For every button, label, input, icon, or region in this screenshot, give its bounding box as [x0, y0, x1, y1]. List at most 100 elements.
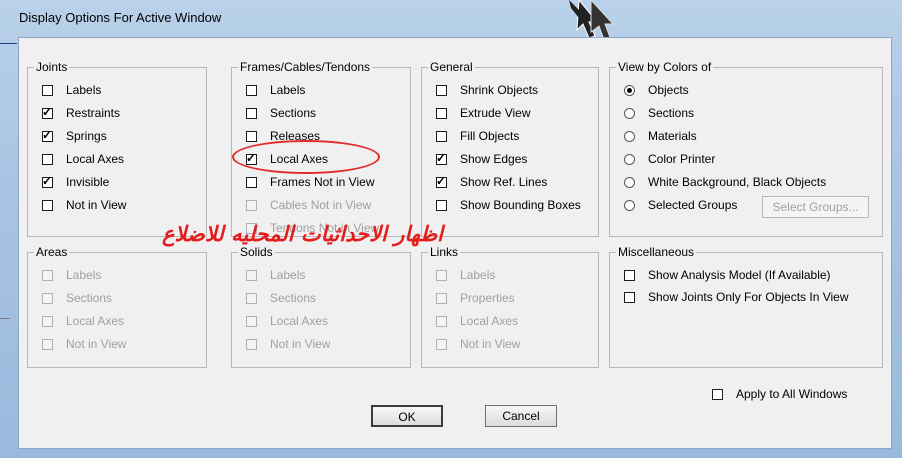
- radio-button[interactable]: [624, 84, 635, 96]
- checkbox-box[interactable]: [624, 291, 635, 303]
- general-show-bounding-boxes-label: Show Bounding Boxes: [460, 198, 581, 212]
- checkbox-box[interactable]: [42, 84, 53, 96]
- joints-labels-checkbox[interactable]: Labels: [42, 82, 101, 98]
- view-by-colors-sections-radio[interactable]: Sections: [624, 105, 694, 121]
- links-properties-label: Properties: [460, 291, 515, 305]
- general-fill-objects-checkbox[interactable]: Fill Objects: [436, 128, 519, 144]
- checkbox-box[interactable]: ✓: [436, 174, 447, 188]
- checkbox-box[interactable]: [42, 153, 53, 165]
- links-local-axes-label: Local Axes: [460, 314, 519, 328]
- checkbox-box: [246, 292, 257, 304]
- checkbox-box: [436, 269, 447, 281]
- title-bar[interactable]: Display Options For Active Window: [0, 0, 902, 36]
- checkbox-box[interactable]: ✓: [42, 173, 53, 188]
- checkbox-box: [246, 338, 257, 350]
- solids-not-in-view-label: Not in View: [270, 337, 331, 351]
- solids-sections-label: Sections: [270, 291, 317, 305]
- checkbox-box[interactable]: ✓: [42, 104, 53, 119]
- misc-show-joints-only-for-objects-in-view-label: Show Joints Only For Objects In View: [648, 290, 849, 304]
- checkbox-box[interactable]: ✓: [436, 150, 447, 165]
- checkbox-box[interactable]: ✓: [42, 128, 53, 142]
- radio-button[interactable]: [624, 153, 635, 165]
- frames-cables-not-in-view-label: Cables Not in View: [270, 198, 372, 212]
- checkmark-icon: ✓: [42, 173, 53, 188]
- checkbox-box[interactable]: [624, 269, 635, 281]
- misc-show-analysis-model-if-available-checkbox[interactable]: Show Analysis Model (If Available): [624, 267, 831, 283]
- dialog-client-area: Joints Labels ✓ Restraints ✓ Springs Local Ax…: [18, 37, 892, 449]
- areas-group-title: Areas: [34, 245, 70, 259]
- checkbox-box[interactable]: [436, 199, 447, 211]
- joints-local-axes-checkbox[interactable]: Local Axes: [42, 151, 124, 167]
- links-group-title: Links: [428, 245, 461, 259]
- view-by-colors-objects-radio[interactable]: Objects: [624, 82, 689, 98]
- general-show-ref-lines-checkbox[interactable]: ✓ Show Ref. Lines: [436, 174, 547, 190]
- select-groups-button[interactable]: Select Groups...: [762, 196, 869, 218]
- checkbox-box: [246, 269, 257, 281]
- joints-springs-checkbox[interactable]: ✓ Springs: [42, 128, 107, 144]
- solids-group-title: Solids: [238, 245, 275, 259]
- general-show-edges-checkbox[interactable]: ✓ Show Edges: [436, 151, 527, 167]
- view-by-colors-group: View by Colors of Objects Sections Materia…: [609, 60, 883, 237]
- areas-labels-label: Labels: [66, 268, 102, 282]
- checkbox-box: [246, 315, 257, 327]
- checkbox-box[interactable]: [436, 84, 447, 96]
- solids-group: Solids Labels Sections Local Axes Not in Vi…: [231, 245, 411, 368]
- checkbox-box[interactable]: [42, 199, 53, 211]
- joints-restraints-checkbox[interactable]: ✓ Restraints: [42, 105, 120, 121]
- frames-frames-not-in-view-checkbox[interactable]: Frames Not in View: [246, 174, 374, 190]
- background-line: [0, 43, 17, 44]
- apply-to-all-windows-checkbox[interactable]: Apply to All Windows: [712, 386, 847, 402]
- checkbox-box[interactable]: [246, 176, 257, 188]
- frames-group-title: Frames/Cables/Tendons: [238, 60, 373, 74]
- misc-show-joints-only-for-objects-in-view-checkbox[interactable]: Show Joints Only For Objects In View: [624, 289, 849, 305]
- areas-sections-checkbox: Sections: [42, 290, 112, 306]
- view-by-colors-white-background-black-objects-radio[interactable]: White Background, Black Objects: [624, 174, 826, 190]
- cancel-button[interactable]: Cancel: [485, 405, 557, 427]
- general-group-title: General: [428, 60, 475, 74]
- checkbox-box[interactable]: [246, 107, 257, 119]
- miscellaneous-group: Miscellaneous Show Analysis Model (If Av…: [609, 245, 883, 368]
- checkbox-box[interactable]: [246, 84, 257, 96]
- general-shrink-objects-checkbox[interactable]: Shrink Objects: [436, 82, 538, 98]
- general-show-bounding-boxes-checkbox[interactable]: Show Bounding Boxes: [436, 197, 581, 213]
- view-by-colors-materials-radio[interactable]: Materials: [624, 128, 697, 144]
- checkbox-box[interactable]: [246, 130, 257, 142]
- view-by-colors-materials-label: Materials: [648, 129, 697, 143]
- joints-invisible-checkbox[interactable]: ✓ Invisible: [42, 174, 109, 190]
- radio-button[interactable]: [624, 130, 635, 142]
- radio-button[interactable]: [624, 199, 635, 211]
- joints-restraints-label: Restraints: [66, 106, 121, 120]
- frames-cables-not-in-view-checkbox: Cables Not in View: [246, 197, 371, 213]
- checkbox-box[interactable]: [436, 107, 447, 119]
- view-by-colors-color-printer-radio[interactable]: Color Printer: [624, 151, 715, 167]
- joints-group-title: Joints: [34, 60, 70, 74]
- general-extrude-view-checkbox[interactable]: Extrude View: [436, 105, 530, 121]
- checkmark-icon: ✓: [42, 104, 53, 119]
- view-by-colors-objects-label: Objects: [648, 83, 689, 97]
- checkbox-box[interactable]: [436, 130, 447, 142]
- view-by-colors-selected-groups-radio[interactable]: Selected Groups: [624, 197, 737, 213]
- miscellaneous-group-title: Miscellaneous: [616, 245, 697, 259]
- ok-button[interactable]: OK: [371, 405, 443, 427]
- frames-sections-label: Sections: [270, 106, 317, 120]
- radio-button[interactable]: [624, 176, 635, 188]
- joints-springs-label: Springs: [66, 129, 107, 143]
- joints-not-in-view-checkbox[interactable]: Not in View: [42, 197, 126, 213]
- areas-local-axes-checkbox: Local Axes: [42, 313, 124, 329]
- checkmark-icon: ✓: [436, 150, 447, 165]
- general-shrink-objects-label: Shrink Objects: [460, 83, 539, 97]
- misc-show-analysis-model-if-available-label: Show Analysis Model (If Available): [648, 268, 831, 282]
- checkbox-box: [42, 292, 53, 304]
- frames-sections-checkbox[interactable]: Sections: [246, 105, 316, 121]
- links-not-in-view-label: Not in View: [460, 337, 521, 351]
- window-title: Display Options For Active Window: [19, 10, 222, 25]
- view-by-colors-white-background-black-objects-label: White Background, Black Objects: [648, 175, 827, 189]
- checkbox-box: [246, 199, 257, 211]
- general-show-edges-label: Show Edges: [460, 152, 528, 166]
- radio-button[interactable]: [624, 107, 635, 119]
- areas-group: Areas Labels Sections Local Axes Not in Vie…: [27, 245, 207, 368]
- links-group: Links Labels Properties Local Axes Not in V…: [421, 245, 599, 368]
- checkbox-box[interactable]: [712, 388, 723, 400]
- highlight-oval: [232, 140, 380, 174]
- frames-labels-checkbox[interactable]: Labels: [246, 82, 305, 98]
